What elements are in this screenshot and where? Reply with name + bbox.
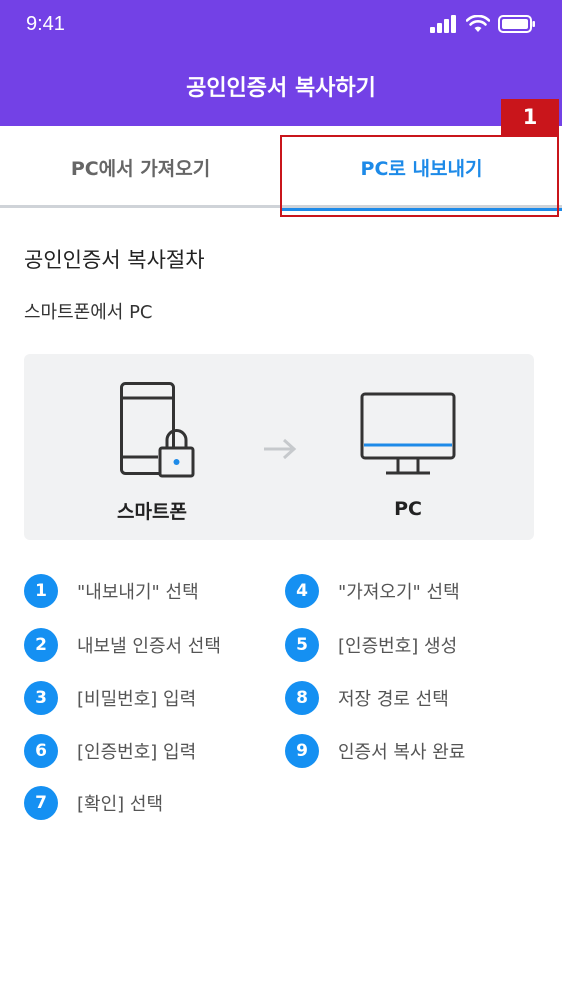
tab-import-from-pc[interactable]: PC에서 가져오기 [0,126,281,208]
transfer-illustration: 스마트폰 PC [24,354,534,540]
step-item: 4 "가져오기" 선택 [285,573,460,609]
active-tab-indicator [281,208,562,211]
page-title: 공인인증서 복사하기 [186,76,376,101]
tab-bar: PC에서 가져오기 PC로 내보내기 [0,126,562,211]
step-number-badge: 2 [24,628,58,662]
step-text: "가져오기" 선택 [338,582,460,603]
monitor-icon [358,392,456,480]
step-text: "내보내기" 선택 [77,582,199,603]
step-number-badge: 7 [24,786,58,820]
status-icons [430,14,536,37]
step-item: 6 [인증번호] 입력 [24,733,196,769]
tab-label: PC로 내보내기 [360,157,483,180]
step-item: 7 [확인] 선택 [24,785,163,821]
signal-icon [430,15,458,37]
step-item: 1 "내보내기" 선택 [24,573,199,609]
tab-export-to-pc[interactable]: PC로 내보내기 [281,126,562,211]
battery-icon [498,15,536,37]
step-text: [인증번호] 입력 [77,742,197,763]
step-item: 3 [비밀번호] 입력 [24,680,196,716]
arrow-right-icon [262,437,298,465]
step-number-badge: 3 [24,681,58,715]
section-title: 공인인증서 복사절차 [24,248,205,272]
step-number-badge: 1 [24,574,58,608]
smartphone-lock-icon [120,382,196,482]
step-item: 2 내보낼 인증서 선택 [24,627,221,663]
section-subtitle: 스마트폰에서 PC [24,302,153,323]
step-item: 9 인증서 복사 완료 [285,733,465,769]
step-text: 저장 경로 선택 [338,689,449,710]
step-number-badge: 8 [285,681,319,715]
step-text: 인증서 복사 완료 [338,742,466,763]
step-item: 8 저장 경로 선택 [285,680,449,716]
smartphone-label: 스마트폰 [117,501,187,523]
pc-label: PC [394,498,422,520]
step-text: [인증번호] 생성 [338,636,458,657]
annotation-badge: 1 [501,99,559,135]
step-text: [비밀번호] 입력 [77,689,197,710]
step-number-badge: 9 [285,734,319,768]
step-number-badge: 5 [285,628,319,662]
step-number-badge: 4 [285,574,319,608]
step-text: [확인] 선택 [77,794,164,815]
wifi-icon [465,14,491,37]
status-time: 9:41 [26,13,65,35]
step-item: 5 [인증번호] 생성 [285,627,457,663]
app-header: 9:41 공인인증서 복사하기 [0,0,562,126]
tab-label: PC에서 가져오기 [70,157,211,180]
step-number-badge: 6 [24,734,58,768]
step-text: 내보낼 인증서 선택 [77,636,221,657]
